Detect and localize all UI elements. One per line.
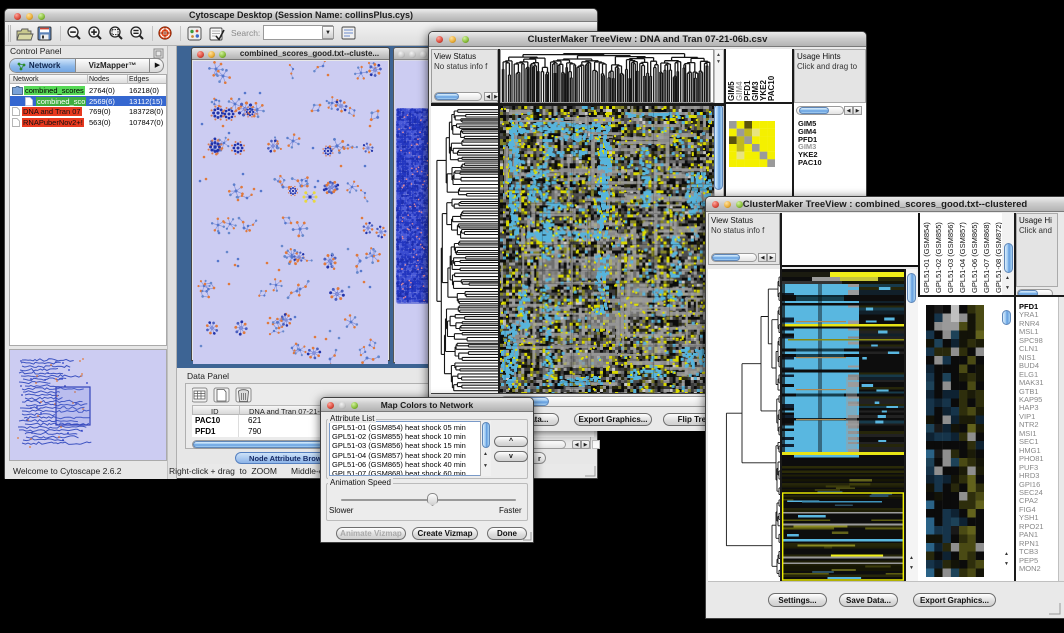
svg-text:GPL51-03 (GSM856): GPL51-03 (GSM856) [946,222,955,293]
svg-text:GPL51-07 (GSM868): GPL51-07 (GSM868) [982,222,991,293]
svg-text:GPL51-02 (GSM855): GPL51-02 (GSM855) [934,222,943,293]
svg-text:PAC10: PAC10 [767,75,776,101]
svg-text:GPL51-04 (GSM857): GPL51-04 (GSM857) [958,222,967,293]
svg-text:GPL51-01 (GSM854): GPL51-01 (GSM854) [922,222,931,293]
svg-text:GPL51-06 (GSM865): GPL51-06 (GSM865) [970,222,979,293]
svg-text:GPL51-08 (GSM872): GPL51-08 (GSM872) [994,222,1002,293]
